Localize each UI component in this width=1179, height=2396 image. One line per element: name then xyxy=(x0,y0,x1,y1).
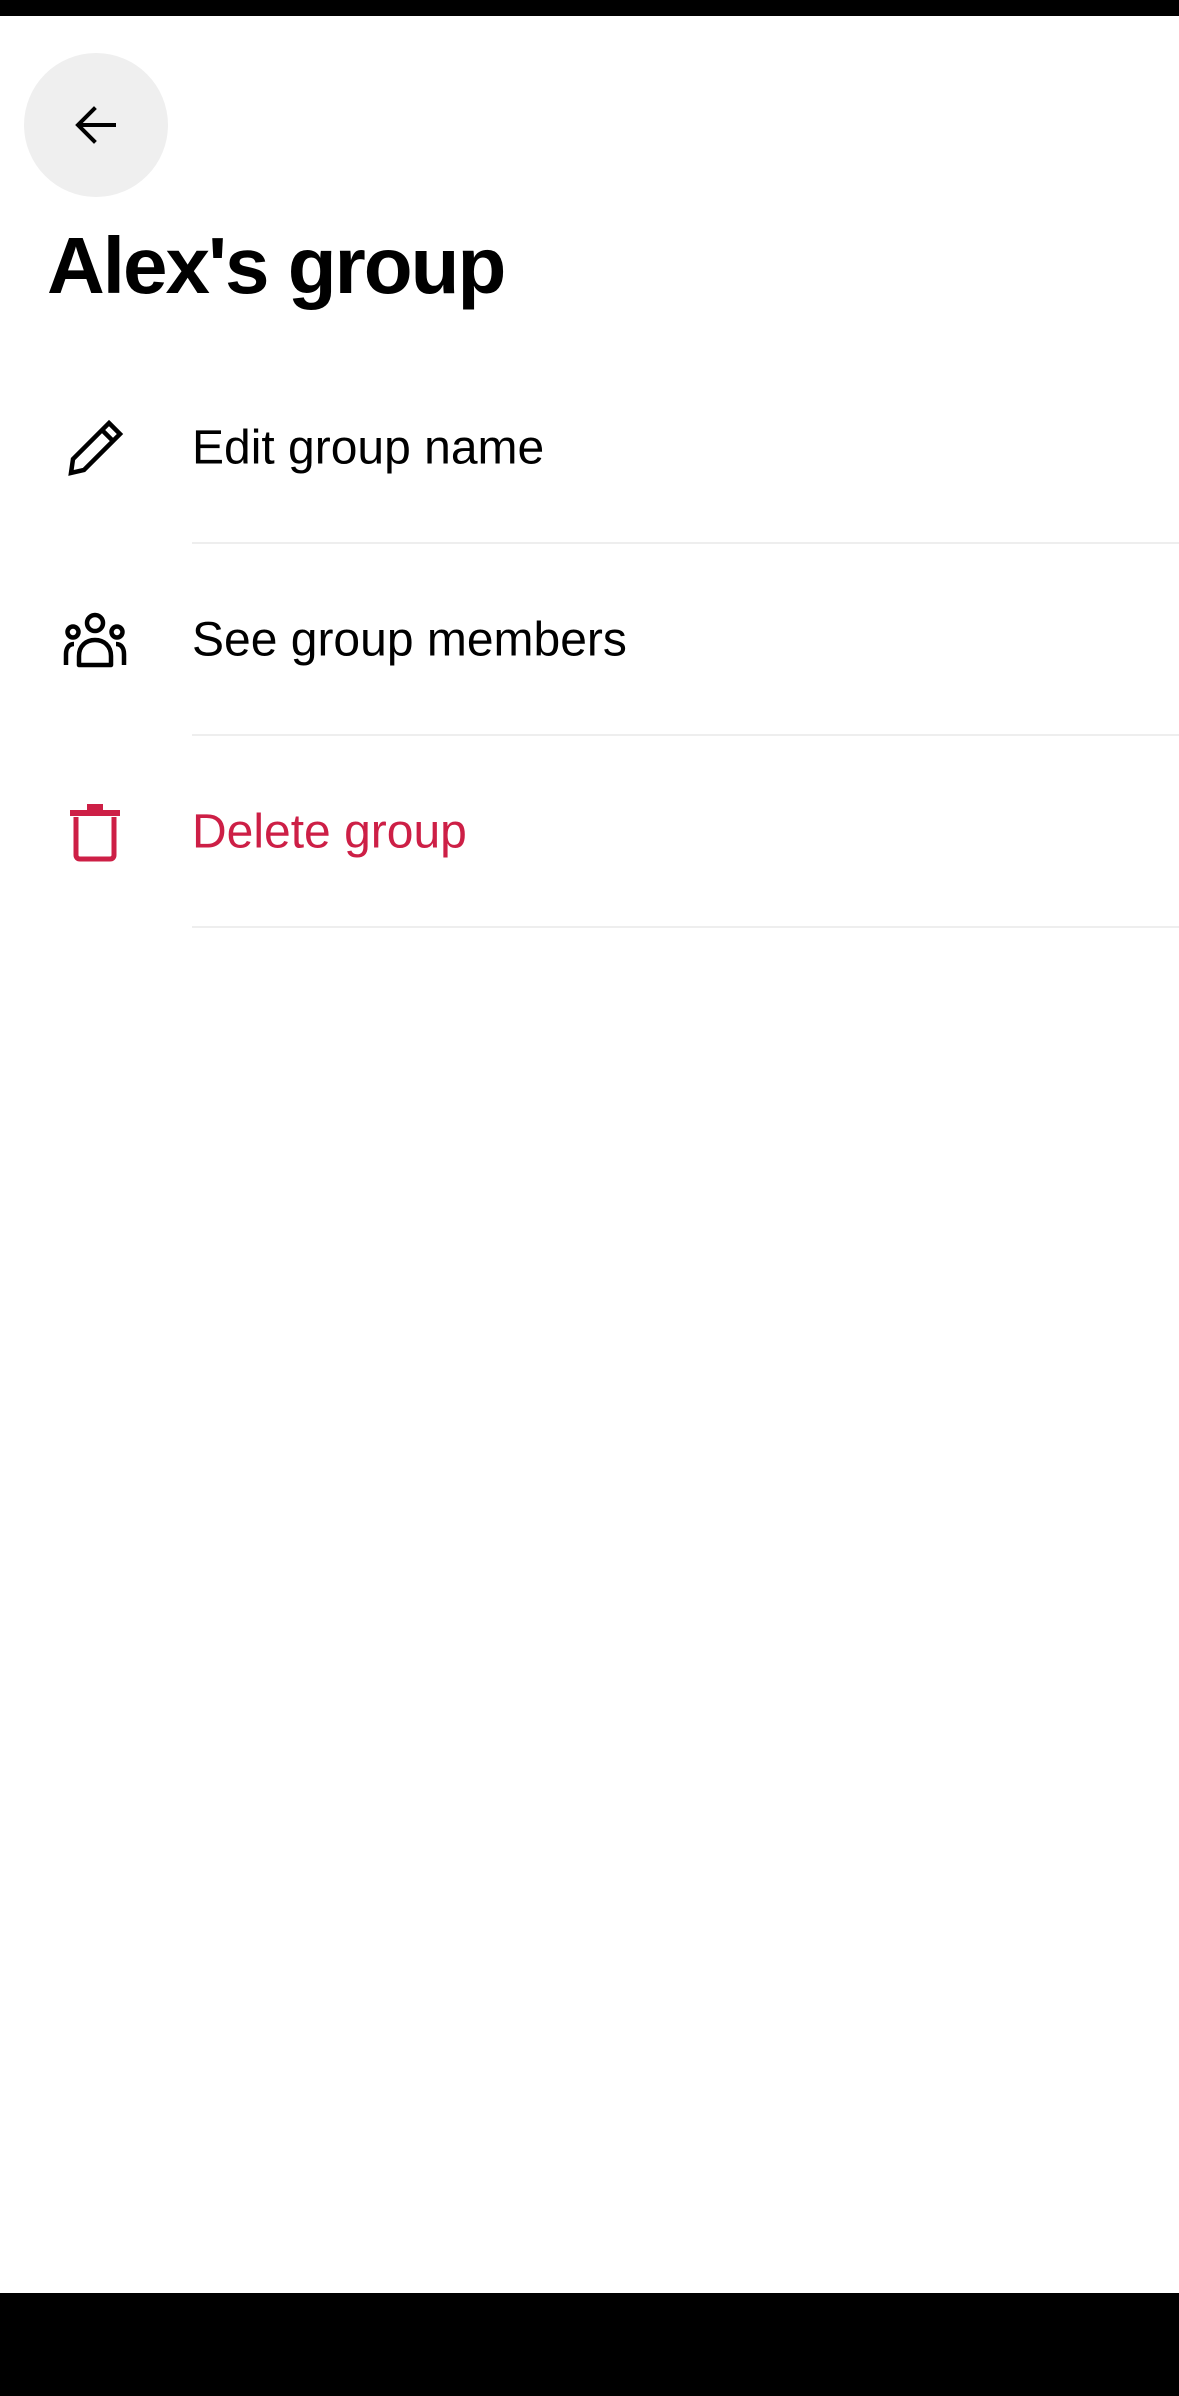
edit-group-name-item[interactable]: Edit group name xyxy=(0,352,1179,544)
status-bar xyxy=(0,0,1179,16)
group-members-icon xyxy=(62,607,128,673)
delete-group-label: Delete group xyxy=(192,805,467,859)
pencil-icon xyxy=(62,415,128,481)
group-options-menu: Edit group name See group members Delete… xyxy=(0,352,1179,928)
see-group-members-label: See group members xyxy=(192,613,627,667)
edit-group-name-label: Edit group name xyxy=(192,421,545,475)
divider xyxy=(192,926,1179,928)
back-button[interactable] xyxy=(24,53,168,197)
arrow-left-icon xyxy=(75,106,116,144)
trash-icon xyxy=(62,799,128,865)
delete-group-item[interactable]: Delete group xyxy=(0,736,1179,928)
page-title: Alex's group xyxy=(47,221,506,310)
navigation-bar xyxy=(0,2293,1179,2396)
see-group-members-item[interactable]: See group members xyxy=(0,544,1179,736)
